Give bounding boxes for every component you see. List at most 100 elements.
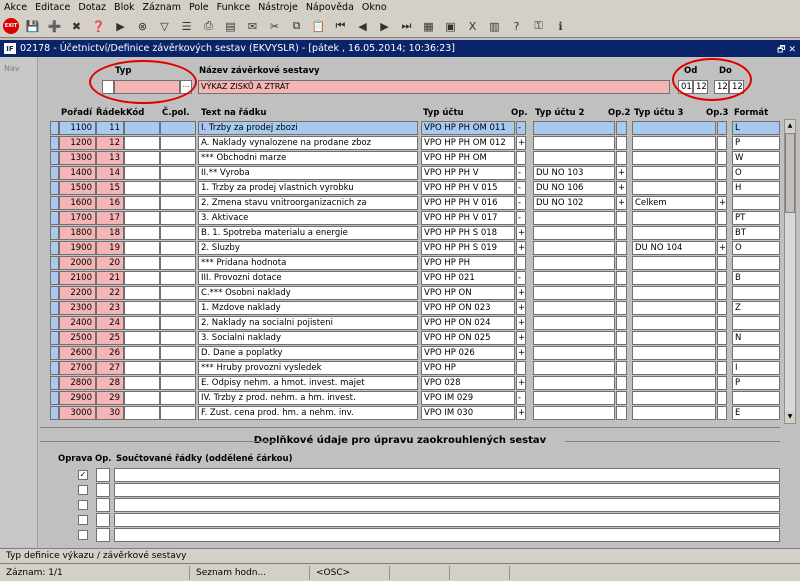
op-cell[interactable]: -	[516, 166, 526, 180]
op3-cell[interactable]	[717, 331, 727, 345]
typ-uctu2-cell[interactable]	[533, 406, 615, 420]
nav-pane[interactable]: Nav	[0, 57, 38, 547]
typ-uctu-cell[interactable]: VPO HP	[421, 361, 515, 375]
poradi-cell[interactable]: 1400	[59, 166, 96, 180]
op3-cell[interactable]: +	[717, 241, 727, 255]
cpol-cell[interactable]	[160, 391, 196, 405]
row-selector[interactable]	[50, 151, 59, 165]
op3-cell[interactable]	[717, 391, 727, 405]
format-cell[interactable]: PT	[732, 211, 780, 225]
op2-cell[interactable]	[616, 286, 627, 300]
typ-uctu2-cell[interactable]	[533, 301, 615, 315]
kod-cell[interactable]	[124, 181, 160, 195]
format-cell[interactable]	[732, 391, 780, 405]
typ-uctu-cell[interactable]: VPO IM 030	[421, 406, 515, 420]
typ-uctu-cell[interactable]: VPO HP PH V	[421, 166, 515, 180]
kod-cell[interactable]	[124, 241, 160, 255]
scroll-thumb[interactable]	[785, 133, 795, 213]
text-cell[interactable]: C.*** Osobni naklady	[198, 286, 418, 300]
text-cell[interactable]: II.** Vyroba	[198, 166, 418, 180]
typ-uctu-cell[interactable]: VPO HP PH S 018	[421, 226, 515, 240]
lower-op-cell[interactable]	[96, 528, 110, 542]
row-selector[interactable]	[50, 361, 59, 375]
poradi-cell[interactable]: 2000	[59, 256, 96, 270]
row-selector[interactable]	[50, 316, 59, 330]
grid-icon[interactable]: ▥	[486, 18, 503, 35]
op-cell[interactable]: +	[516, 301, 526, 315]
cpol-cell[interactable]	[160, 181, 196, 195]
scroll-up-icon[interactable]: ▲	[785, 120, 795, 132]
poradi-cell[interactable]: 2900	[59, 391, 96, 405]
help-icon[interactable]: ?	[508, 18, 525, 35]
typ-uctu-cell[interactable]: VPO 028	[421, 376, 515, 390]
radek-cell[interactable]: 15	[96, 181, 124, 195]
kod-cell[interactable]	[124, 136, 160, 150]
typ-uctu2-cell[interactable]	[533, 331, 615, 345]
typ-uctu3-cell[interactable]	[632, 181, 716, 195]
cpol-cell[interactable]	[160, 331, 196, 345]
op-cell[interactable]: +	[516, 376, 526, 390]
format-cell[interactable]: N	[732, 331, 780, 345]
row-selector[interactable]	[50, 241, 59, 255]
op2-cell[interactable]	[616, 241, 627, 255]
row-selector[interactable]	[50, 331, 59, 345]
kod-cell[interactable]	[124, 211, 160, 225]
delete-record-icon[interactable]: ✖	[68, 18, 85, 35]
typ-uctu3-cell[interactable]	[632, 136, 716, 150]
format-cell[interactable]: L	[732, 121, 780, 135]
typ-uctu-cell[interactable]: VPO HP PH OM 012	[421, 136, 515, 150]
radek-cell[interactable]: 24	[96, 316, 124, 330]
kod-cell[interactable]	[124, 376, 160, 390]
text-cell[interactable]: I. Trzby za prodej zbozi	[198, 121, 418, 135]
kod-cell[interactable]	[124, 286, 160, 300]
radek-cell[interactable]: 14	[96, 166, 124, 180]
format-cell[interactable]	[732, 256, 780, 270]
text-cell[interactable]: E. Odpisy nehm. a hmot. invest. majet	[198, 376, 418, 390]
kod-cell[interactable]	[124, 226, 160, 240]
soucet-rows-field[interactable]	[114, 468, 780, 482]
soucet-rows-field[interactable]	[114, 483, 780, 497]
menu-item-3[interactable]: Blok	[114, 2, 134, 13]
op2-cell[interactable]	[616, 256, 627, 270]
typ-uctu2-cell[interactable]	[533, 121, 615, 135]
typ-uctu3-cell[interactable]	[632, 346, 716, 360]
format-cell[interactable]: H	[732, 181, 780, 195]
kod-cell[interactable]	[124, 406, 160, 420]
prev-record-icon[interactable]: ◀	[354, 18, 371, 35]
typ-uctu2-cell[interactable]	[533, 136, 615, 150]
cpol-cell[interactable]	[160, 136, 196, 150]
radek-cell[interactable]: 12	[96, 136, 124, 150]
soucet-rows-field[interactable]	[114, 498, 780, 512]
row-selector[interactable]	[50, 226, 59, 240]
cpol-cell[interactable]	[160, 406, 196, 420]
row-selector[interactable]	[50, 376, 59, 390]
op3-cell[interactable]	[717, 181, 727, 195]
poradi-cell[interactable]: 2200	[59, 286, 96, 300]
poradi-cell[interactable]: 3000	[59, 406, 96, 420]
cpol-cell[interactable]	[160, 286, 196, 300]
mail-icon[interactable]: ✉	[244, 18, 261, 35]
row-selector[interactable]	[50, 256, 59, 270]
typ-uctu2-cell[interactable]	[533, 241, 615, 255]
row-selector[interactable]	[50, 136, 59, 150]
op2-cell[interactable]	[616, 406, 627, 420]
lower-op-cell[interactable]	[96, 468, 110, 482]
text-cell[interactable]: 2. Sluzby	[198, 241, 418, 255]
format-cell[interactable]: Z	[732, 301, 780, 315]
format-cell[interactable]: P	[732, 376, 780, 390]
op-cell[interactable]: +	[516, 136, 526, 150]
typ-uctu-cell[interactable]: VPO HP ON 023	[421, 301, 515, 315]
format-cell[interactable]: P	[732, 136, 780, 150]
row-selector[interactable]	[50, 196, 59, 210]
op-cell[interactable]: -	[516, 196, 526, 210]
typ-uctu-cell[interactable]: VPO HP PH V 017	[421, 211, 515, 225]
oprava-checkbox[interactable]	[78, 515, 88, 525]
kod-cell[interactable]	[124, 331, 160, 345]
typ-uctu2-cell[interactable]	[533, 376, 615, 390]
typ-uctu2-cell[interactable]	[533, 316, 615, 330]
poradi-cell[interactable]: 2400	[59, 316, 96, 330]
typ-uctu3-cell[interactable]	[632, 376, 716, 390]
op-cell[interactable]	[516, 151, 526, 165]
report-icon[interactable]: ▤	[222, 18, 239, 35]
poradi-cell[interactable]: 1500	[59, 181, 96, 195]
